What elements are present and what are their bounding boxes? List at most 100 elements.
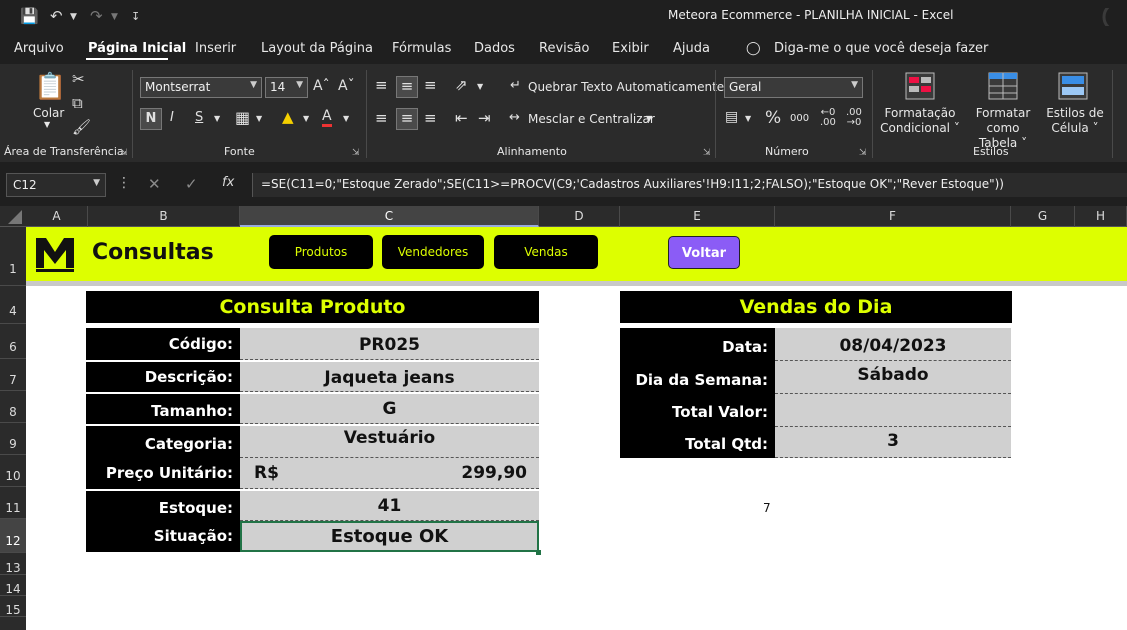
dia-da-semana-value[interactable]: Sábado (775, 361, 1011, 394)
borders-icon[interactable]: ▦ (235, 108, 250, 127)
codigo-value[interactable]: PR025 (240, 328, 539, 360)
menu-pagina-inicial[interactable]: Página Inicial (88, 41, 186, 56)
paste-icon[interactable]: 📋 (34, 72, 66, 106)
situacao-value[interactable]: Estoque OK (240, 521, 539, 552)
estoque-value[interactable]: 41 (240, 491, 539, 521)
font-name-combo[interactable]: Montserrat ▼ (140, 77, 262, 98)
column-header-c[interactable]: C (240, 206, 539, 227)
font-size-combo[interactable]: 14 ▼ (265, 77, 308, 98)
column-header-g[interactable]: G (1011, 206, 1075, 227)
shrink-font-icon[interactable]: Aˇ (338, 78, 355, 94)
format-as-table-icon[interactable] (988, 72, 1018, 100)
conditional-formatting-icon[interactable] (905, 72, 935, 100)
formula-input[interactable]: =SE(C11=0;"Estoque Zerado";SE(C11>=PROCV… (252, 173, 1127, 197)
column-header-d[interactable]: D (539, 206, 620, 227)
more-options-icon[interactable]: ⋮ (117, 175, 131, 191)
increase-indent-icon[interactable]: ⇥ (478, 109, 491, 127)
row-header-1[interactable]: 1 (0, 227, 26, 286)
grow-font-icon[interactable]: Aˆ (313, 78, 330, 94)
font-dialog-launcher-icon[interactable]: ⇲ (352, 148, 360, 158)
column-header-e[interactable]: E (620, 206, 775, 227)
decrease-decimal-icon[interactable]: .00 →0 (846, 108, 862, 128)
cell-styles-button[interactable]: Estilos de Célula ˅ (1046, 106, 1104, 136)
row-header-11[interactable]: 11 (0, 487, 26, 519)
wrap-text-button[interactable]: Quebrar Texto Automaticamente (528, 80, 724, 94)
column-header-b[interactable]: B (88, 206, 240, 227)
select-all-corner[interactable] (0, 206, 26, 227)
underline-dropdown-icon[interactable]: ▼ (214, 114, 220, 123)
vendedores-button[interactable]: Vendedores (382, 235, 484, 269)
wrap-text-icon[interactable]: ↵ (510, 78, 521, 93)
font-color-dropdown-icon[interactable]: ▼ (343, 114, 349, 123)
menu-ajuda[interactable]: Ajuda (673, 41, 710, 56)
increase-decimal-icon[interactable]: ←0.00 (820, 108, 836, 128)
merge-dropdown-icon[interactable]: ▼ (646, 114, 652, 123)
total-qtd-value[interactable]: 3 (775, 427, 1011, 458)
menu-inserir[interactable]: Inserir (195, 41, 236, 56)
font-color-icon[interactable]: A (322, 108, 332, 127)
align-middle-icon[interactable]: ≡ (396, 76, 418, 98)
menu-layout-da-pagina[interactable]: Layout da Página (261, 41, 373, 56)
customize-toolbar-icon[interactable]: ↧ (131, 10, 140, 23)
align-right-icon[interactable]: ≡ (424, 109, 437, 127)
align-left-icon[interactable]: ≡ (375, 109, 388, 127)
insert-function-icon[interactable]: fx (222, 175, 234, 190)
cancel-icon[interactable]: ✕ (148, 175, 161, 193)
menu-exibir[interactable]: Exibir (612, 41, 649, 56)
thousands-separator-button[interactable]: 000 (790, 113, 809, 124)
vendas-button[interactable]: Vendas (494, 235, 598, 269)
tell-me-box[interactable]: Diga-me o que você deseja fazer (774, 41, 988, 56)
redo-dropdown-icon[interactable]: ▼ (111, 12, 118, 22)
orientation-dropdown-icon[interactable]: ▼ (477, 82, 483, 91)
clipboard-dialog-launcher-icon[interactable]: ⇲ (120, 148, 128, 158)
accounting-dropdown-icon[interactable]: ▼ (745, 114, 751, 123)
save-icon[interactable]: 💾 (20, 7, 39, 25)
merge-center-icon[interactable]: ↔ (509, 110, 520, 125)
underline-button[interactable]: S (195, 110, 203, 125)
fill-color-dropdown-icon[interactable]: ▼ (303, 114, 309, 123)
categoria-value[interactable]: Vestuário (240, 426, 539, 458)
fill-color-icon[interactable]: ▲ (282, 108, 294, 126)
align-center-icon[interactable]: ≡ (396, 108, 418, 130)
cut-icon[interactable]: ✂ (72, 70, 85, 88)
align-top-icon[interactable]: ≡ (375, 76, 388, 94)
redo-icon[interactable]: ↷ (90, 7, 103, 25)
undo-icon[interactable]: ↶ (50, 7, 63, 25)
row-header-14[interactable]: 14 (0, 575, 26, 596)
merge-center-button[interactable]: Mesclar e Centralizar (528, 112, 655, 126)
data-value[interactable]: 08/04/2023 (775, 328, 1011, 361)
paste-label[interactable]: Colar (33, 106, 64, 120)
voltar-button[interactable]: Voltar (668, 236, 740, 269)
cell-value[interactable]: 7 (763, 501, 771, 515)
enter-icon[interactable]: ✓ (185, 175, 198, 193)
menu-revisao[interactable]: Revisão (539, 41, 589, 56)
menu-formulas[interactable]: Fórmulas (392, 41, 451, 56)
row-header-9[interactable]: 9 (0, 423, 26, 455)
align-bottom-icon[interactable]: ≡ (424, 76, 437, 94)
column-header-a[interactable]: A (26, 206, 88, 227)
column-header-f[interactable]: F (775, 206, 1011, 227)
row-header-12[interactable]: 12 (0, 519, 26, 553)
row-header-8[interactable]: 8 (0, 391, 26, 423)
row-header-6[interactable]: 6 (0, 324, 26, 359)
number-format-combo[interactable]: Geral ▼ (724, 77, 863, 98)
menu-dados[interactable]: Dados (474, 41, 515, 56)
italic-button[interactable]: I (170, 110, 174, 125)
paste-dropdown-icon[interactable]: ▼ (44, 120, 50, 129)
cell-styles-icon[interactable] (1058, 72, 1088, 100)
orientation-icon[interactable]: ⇗ (455, 76, 468, 94)
name-box[interactable]: C12 ▼ (6, 173, 106, 197)
accounting-format-icon[interactable]: ▤ (725, 109, 738, 125)
copy-icon[interactable]: ⧉ (72, 94, 83, 112)
percent-icon[interactable]: % (765, 108, 781, 128)
column-header-h[interactable]: H (1075, 206, 1127, 227)
tamanho-value[interactable]: G (240, 394, 539, 424)
produtos-button[interactable]: Produtos (269, 235, 373, 269)
format-painter-icon[interactable]: 🖌 (72, 118, 91, 136)
preco-unitario-cell[interactable]: R$ 299,90 (240, 458, 539, 489)
undo-dropdown-icon[interactable]: ▼ (70, 12, 77, 22)
conditional-formatting-button[interactable]: Formatação Condicional ˅ (880, 106, 960, 136)
number-dialog-launcher-icon[interactable]: ⇲ (859, 148, 867, 158)
total-valor-value[interactable] (775, 394, 1011, 427)
menu-arquivo[interactable]: Arquivo (14, 41, 64, 56)
